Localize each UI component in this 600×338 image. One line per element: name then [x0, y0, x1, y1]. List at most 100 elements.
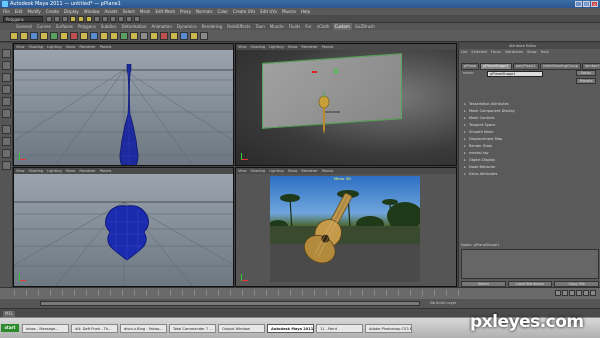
taskbar-item[interactable]: Adobe Photoshop CS3 E... [365, 324, 412, 333]
minimize-button[interactable]: _ [575, 1, 582, 7]
pendant-render[interactable] [312, 90, 342, 140]
render-settings-icon[interactable] [134, 16, 140, 22]
tab-pplane[interactable]: pPlane [461, 63, 480, 70]
shelf-tab-fur[interactable]: Fur [303, 23, 313, 30]
shelf-tool-icon[interactable] [80, 32, 88, 40]
shelf-tool-icon[interactable] [70, 32, 78, 40]
taskbar-item[interactable]: 11 - Paint [316, 324, 363, 333]
tab-lambert1[interactable]: lambert1 [582, 63, 600, 70]
shelf-tool-icon[interactable] [100, 32, 108, 40]
step-back-icon[interactable] [562, 290, 568, 296]
move-tool-icon[interactable] [2, 85, 11, 94]
menu-edit[interactable]: Edit [15, 8, 23, 15]
open-scene-icon[interactable] [54, 16, 60, 22]
tab-pplaneshape1[interactable]: pPlaneShape1 [480, 63, 512, 70]
menu-proxy[interactable]: Proxy [180, 8, 191, 15]
taskbar-item[interactable]: discs.s.Bing - Yahoo... [120, 324, 167, 333]
menu-select[interactable]: Select [123, 8, 135, 15]
paint-select-tool-icon[interactable] [2, 73, 11, 82]
menu-create[interactable]: Create [46, 8, 59, 15]
section-node-behavior[interactable]: Node Behavior [463, 164, 597, 171]
ae-menu-help[interactable]: Help [541, 49, 549, 55]
viewport-top-right[interactable]: View Shading Lighting Show Renderer Pane… [235, 43, 457, 166]
ae-menu-list[interactable]: List [461, 49, 467, 55]
snap-point-icon[interactable] [110, 16, 116, 22]
focus-button[interactable]: Focus [576, 70, 596, 76]
shelf-tool-icon[interactable] [120, 32, 128, 40]
shelf-tool-icon[interactable] [190, 32, 198, 40]
shelf-tool-icon[interactable] [10, 32, 18, 40]
close-button[interactable]: × [591, 1, 598, 7]
shelf-tab-deformation[interactable]: Deformation [120, 23, 149, 30]
menu-normals[interactable]: Normals [196, 8, 213, 15]
shelf-tool-icon[interactable] [40, 32, 48, 40]
lasso-tool-icon[interactable] [2, 61, 11, 70]
shelf-tab-custom[interactable]: Custom [332, 23, 352, 30]
pendant-wireframe-mesh[interactable] [100, 202, 154, 262]
shelf-tool-icon[interactable] [20, 32, 28, 40]
ae-menu-attributes[interactable]: Attributes [505, 49, 523, 55]
move-manipulator-y[interactable] [334, 69, 338, 73]
shelf-tool-icon[interactable] [160, 32, 168, 40]
select-tool-icon[interactable] [2, 49, 11, 58]
notes-field[interactable] [461, 249, 599, 279]
outliner-layout-icon[interactable] [2, 149, 11, 158]
tab-polyplane1[interactable]: polyPlane1 [512, 63, 539, 70]
section-mesh-component-display[interactable]: Mesh Component Display [463, 108, 597, 115]
step-forward-icon[interactable] [583, 290, 589, 296]
save-scene-icon[interactable] [62, 16, 68, 22]
range-slider-bar[interactable] [40, 301, 420, 306]
time-slider-ticks[interactable] [14, 290, 470, 296]
taskbar-item-active[interactable]: Autodesk Maya 2011... [267, 324, 314, 333]
shelf-tab-curves[interactable]: Curves [35, 23, 53, 30]
section-tessellation-attributes[interactable]: Tessellation Attributes [463, 101, 597, 108]
presets-button[interactable]: Presets [576, 78, 596, 84]
play-forward-icon[interactable] [576, 290, 582, 296]
graph-editor-layout-icon[interactable] [2, 161, 11, 170]
select-by-component-icon[interactable] [86, 16, 92, 22]
vase-mesh[interactable] [118, 64, 140, 166]
taskbar-item[interactable]: Output Window [218, 324, 265, 333]
menu-assets[interactable]: Assets [105, 8, 118, 15]
taskbar-item[interactable]: #4: Daft Punk - Th... [71, 324, 118, 333]
scale-tool-icon[interactable] [2, 109, 11, 118]
shelf-tool-icon[interactable] [200, 32, 208, 40]
shelf-tool-icon[interactable] [30, 32, 38, 40]
shelf-tool-icon[interactable] [110, 32, 118, 40]
section-extra-attributes[interactable]: Extra Attributes [463, 171, 597, 178]
maximize-button[interactable]: □ [583, 1, 590, 7]
shelf-tool-icon[interactable] [150, 32, 158, 40]
guitar-pendant-render[interactable] [296, 188, 366, 268]
section-displacement-map[interactable]: Displacement Map [463, 136, 597, 143]
shelf-tab-ncloth[interactable]: nCloth [315, 23, 332, 30]
select-by-hierarchy-icon[interactable] [70, 16, 76, 22]
rotate-tool-icon[interactable] [2, 97, 11, 106]
viewport-top-left[interactable]: View Shading Lighting Show Renderer Pane… [13, 43, 234, 166]
menu-edit-mesh[interactable]: Edit Mesh [155, 8, 175, 15]
menu-edit-uvs[interactable]: Edit UVs [260, 8, 277, 15]
render-icon[interactable] [118, 16, 124, 22]
shelf-tab-general[interactable]: General [14, 23, 34, 30]
node-name-field[interactable]: pPlaneShape1 [487, 71, 543, 77]
shelf-tool-icon[interactable] [130, 32, 138, 40]
single-view-layout-icon[interactable] [2, 125, 11, 134]
section-mental-ray[interactable]: mental ray [463, 150, 597, 157]
taskbar-item[interactable]: Inbox - Message... [22, 324, 69, 333]
menu-file[interactable]: File [3, 8, 10, 15]
snap-curve-icon[interactable] [102, 16, 108, 22]
shelf-tab-gozbrush[interactable]: GoZBrush [353, 23, 377, 30]
ae-menu-show[interactable]: Show [527, 49, 537, 55]
menu-create-uvs[interactable]: Create UVs [233, 8, 255, 15]
shelf-tab-painteffects[interactable]: PaintEffects [225, 23, 253, 30]
move-manipulator-x[interactable] [312, 71, 317, 73]
shelf-tab-subdivs[interactable]: Subdivs [99, 23, 119, 30]
play-back-icon[interactable] [569, 290, 575, 296]
taskbar-item[interactable]: Total Commander 7 ... [169, 324, 216, 333]
menu-help[interactable]: Help [301, 8, 310, 15]
shelf-tab-animation[interactable]: Animation [150, 23, 174, 30]
shelf-tool-icon[interactable] [60, 32, 68, 40]
anim-layer-selector[interactable]: No Anim Layer [430, 300, 456, 307]
snap-grid-icon[interactable] [94, 16, 100, 22]
shelf-tab-fluids[interactable]: Fluids [287, 23, 303, 30]
menu-display[interactable]: Display [64, 8, 79, 15]
